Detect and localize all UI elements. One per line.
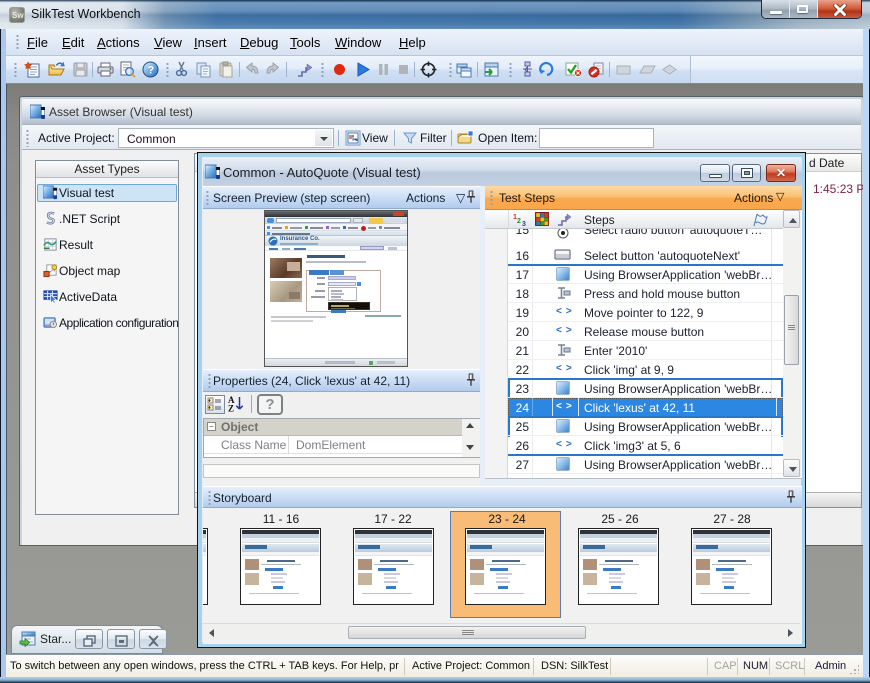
svg-text:?: ? [148,65,155,77]
svg-text:Z: Z [228,404,234,413]
svg-text:2: 2 [517,218,521,225]
svg-text:3: 3 [522,221,526,227]
